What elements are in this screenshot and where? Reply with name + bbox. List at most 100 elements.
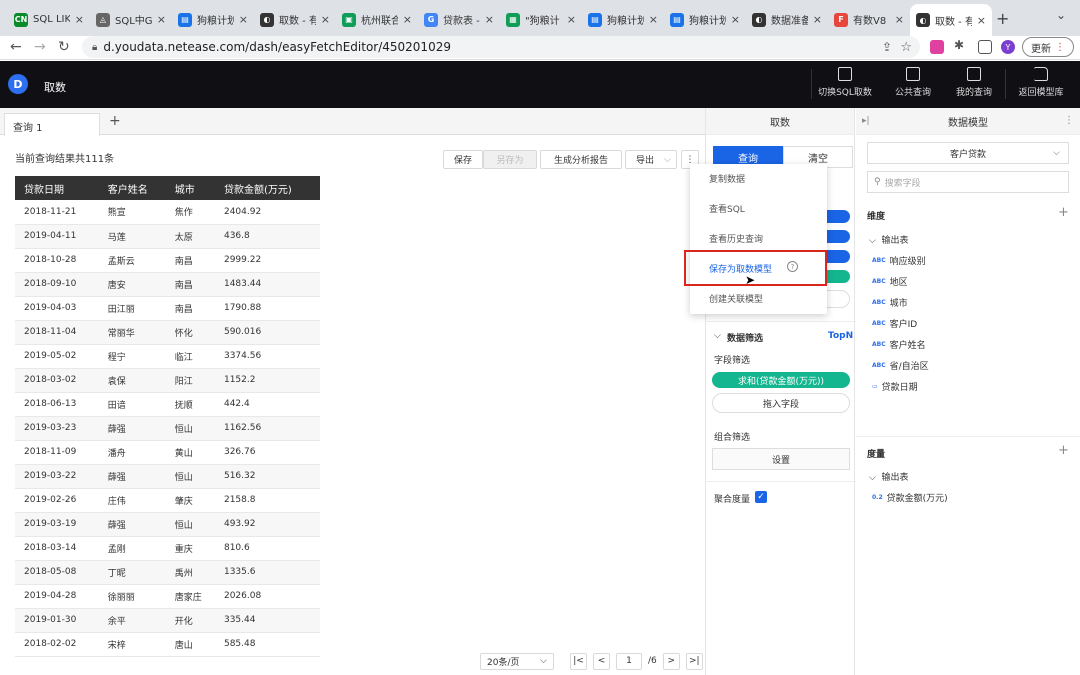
browser-tab[interactable]: ▤ 狗粮计划 × [172,7,254,32]
my-query-label: 我的查询 [955,88,992,98]
browser-tab[interactable]: ◐ 取数 - 有 × [254,7,336,32]
back-to-models-button[interactable]: 返回模型库 [1016,67,1066,103]
share-icon[interactable]: ⇪ [882,40,892,54]
menu-item-copy-data[interactable]: 复制数据 [709,172,745,185]
browser-tab[interactable]: G 贷款表 - × [418,7,500,32]
forward-icon[interactable]: → [34,39,46,55]
close-tab-icon[interactable]: × [895,13,904,26]
browser-tab[interactable]: ▦ "狗粮计 × [500,7,582,32]
chevron-down-icon: ⌵ [664,154,671,165]
browser-tab[interactable]: ◐ 取数 - 有 × [910,4,992,36]
combo-filter-settings-button[interactable]: 设置 [712,448,850,470]
puzzle-icon[interactable]: ✱ [954,38,968,52]
field-search-input[interactable]: ⚲ 搜索字段 [867,171,1069,193]
menu-item-create-relation-model[interactable]: 创建关联模型 [709,292,763,305]
tab-query-1[interactable]: 查询 1 [4,113,100,136]
measure-group-toggle[interactable]: ⌵ 输出表 [869,470,909,483]
favicon-icon: ▣ [342,12,356,27]
column-header[interactable]: 贷款金额(万元) [214,176,320,200]
column-header[interactable]: 客户姓名 [98,176,166,200]
aggregate-checkbox[interactable]: ✓ [755,491,767,503]
pagination: 20条/页 ⌵ |< < 1 /6 > >| [480,652,703,670]
back-icon[interactable]: ← [10,39,22,55]
first-page-button[interactable]: |< [570,652,587,670]
sidepanel-icon[interactable] [978,40,992,54]
column-header[interactable]: 贷款日期 [15,176,99,200]
collapse-panel-icon[interactable]: ▸| [862,116,870,126]
extension-icon[interactable] [930,40,944,54]
dimension-field[interactable]: ABC 客户姓名 [872,338,926,351]
close-tab-icon[interactable]: × [813,13,822,26]
browser-tab[interactable]: ◐ 数据准备 × [746,7,828,32]
switch-sql-button[interactable]: 切换SQL取数 [817,67,873,103]
last-page-button[interactable]: >| [685,652,703,670]
dimensions-title: 维度 [867,212,886,222]
column-header[interactable]: 城市 [165,176,215,200]
close-tab-icon[interactable]: × [157,13,166,26]
dimension-field[interactable]: ABC 响应级别 [872,254,926,267]
collapse-chevron-icon[interactable]: ⌵ [714,331,721,341]
public-query-button[interactable]: 公共查询 [893,67,933,103]
close-tab-icon[interactable]: × [403,13,412,26]
close-tab-icon[interactable]: × [75,13,84,26]
dim-group-toggle[interactable]: ⌵ 输出表 [869,233,909,246]
panel-menu-icon[interactable]: ⋮ [1064,115,1074,126]
dimension-field[interactable]: ABC 城市 [872,296,908,309]
my-query-button[interactable]: 我的查询 [954,67,994,103]
table-row: 2019-03-23 薛强 恒山 1162.56 [15,416,320,441]
reload-icon[interactable]: ↻ [58,39,70,55]
dimension-field-label: 地区 [889,278,908,288]
search-icon: ⚲ [874,177,881,187]
topn-link[interactable]: TopN [828,331,853,341]
measure-field[interactable]: 0.2 贷款金额(万元) [872,491,948,504]
generate-report-button[interactable]: 生成分析报告 [540,150,622,169]
close-tab-icon[interactable]: × [485,13,494,26]
save-button[interactable]: 保存 [443,150,483,169]
close-tab-icon[interactable]: × [649,13,658,26]
add-measure-button[interactable]: + [1058,443,1069,458]
model-select[interactable]: 客户贷款 ⌵ [867,142,1069,164]
new-tab-button[interactable]: + [996,9,1009,28]
table-cell: 2026.08 [214,584,320,609]
table-cell: 516.32 [214,464,320,489]
favicon-icon: ▤ [588,12,602,27]
profile-avatar[interactable]: Y [1001,40,1015,54]
dimension-field[interactable]: ABC 地区 [872,275,908,288]
update-button[interactable]: 更新 ⋮ [1022,37,1074,57]
browser-tab[interactable]: ◬ SQL中G × [90,7,172,32]
export-dropdown[interactable]: 导出 ⌵ [625,150,677,169]
chevron-down-icon: ⌵ [1053,148,1060,158]
close-tab-icon[interactable]: × [977,14,986,27]
dimension-field[interactable]: ABC 客户ID [872,317,917,330]
url-field[interactable]: 🔒︎ d.youdata.netease.com/dash/easyFetchE… [82,36,920,58]
close-tab-icon[interactable]: × [321,13,330,26]
dimension-field[interactable]: ▭ 贷款日期 [872,380,918,393]
prev-page-button[interactable]: < [593,652,610,670]
next-page-button[interactable]: > [662,652,680,670]
total-pages: /6 [648,656,657,666]
browser-tab[interactable]: ▤ 狗粮计划 × [664,7,746,32]
browser-tab[interactable]: CN SQL LIK × [8,7,90,32]
bookmark-star-icon[interactable]: ☆ [900,40,912,55]
close-tab-icon[interactable]: × [567,13,576,26]
close-tab-icon[interactable]: × [239,13,248,26]
drag-field-dropzone[interactable]: 拖入字段 [712,393,850,413]
add-dimension-button[interactable]: + [1058,205,1069,220]
tab-search-icon[interactable]: ⌄ [1056,8,1066,22]
page-size-select[interactable]: 20条/页 ⌵ [480,652,554,670]
table-cell: 2018-11-04 [15,320,99,345]
dimension-field[interactable]: ABC 省/自治区 [872,359,929,372]
table-row: 2019-04-11 马莲 太原 436.8 [15,224,320,249]
browser-tab[interactable]: ▤ 狗粮计划 × [582,7,664,32]
add-query-tab-button[interactable]: + [109,113,121,129]
browser-tab[interactable]: F 有数V8 × [828,7,910,32]
menu-item-view-sql[interactable]: 查看SQL [709,202,745,215]
filter-field-pill[interactable]: 求和(贷款金额(万元)) [712,372,850,388]
save-as-button[interactable]: 另存为 [483,150,537,169]
current-page-input[interactable]: 1 [616,652,642,670]
chevron-down-icon: ⌵ [540,656,547,666]
menu-item-view-history[interactable]: 查看历史查询 [709,232,763,245]
browser-tab[interactable]: ▣ 杭州联合 × [336,7,418,32]
close-tab-icon[interactable]: × [731,13,740,26]
youdata-logo[interactable]: D [8,74,28,94]
